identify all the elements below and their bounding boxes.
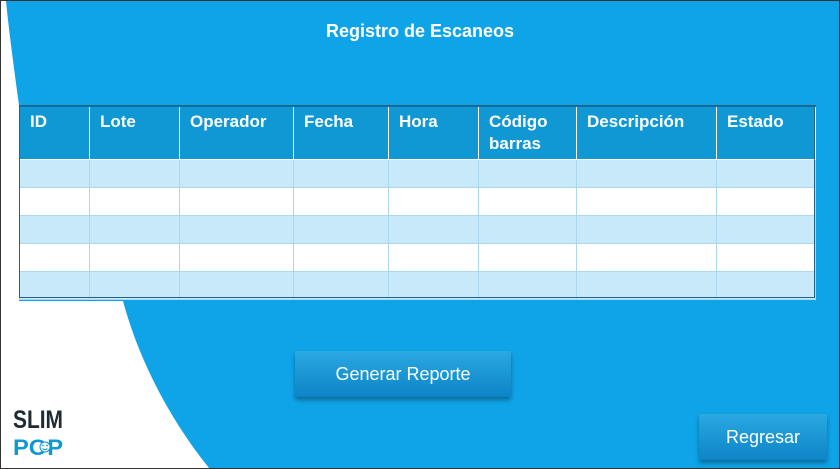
table-cell [89, 159, 180, 188]
scan-table: ID Lote Operador Fecha Hora Código barra… [19, 105, 816, 300]
table-cell [19, 243, 90, 272]
table-cell [576, 271, 717, 300]
table-cell [716, 215, 816, 244]
table-cell [179, 271, 294, 300]
table-row [19, 215, 816, 244]
table-cell [388, 243, 479, 272]
table-cell [388, 215, 479, 244]
table-row [19, 271, 816, 300]
table-cell [89, 243, 180, 272]
table-cell [576, 187, 717, 216]
svg-text:POP: POP [13, 435, 63, 460]
table-cell [179, 215, 294, 244]
table-cell [576, 159, 717, 188]
table-cell [179, 159, 294, 188]
table-cell [293, 243, 389, 272]
column-header-codigo-barras: Código barras [478, 105, 577, 160]
table-cell [576, 243, 717, 272]
column-header-fecha: Fecha [293, 105, 389, 160]
table-cell [19, 187, 90, 216]
table-cell [19, 215, 90, 244]
table-cell [478, 159, 577, 188]
table-cell [716, 271, 816, 300]
table-cell [19, 271, 90, 300]
table-cell [716, 187, 816, 216]
column-header-id: ID [19, 105, 90, 160]
generate-report-button[interactable]: Generar Reporte [295, 351, 511, 397]
table-cell [478, 243, 577, 272]
table-cell [388, 271, 479, 300]
table-cell [478, 271, 577, 300]
table-row [19, 243, 816, 272]
slimpop-logo: SLIM POP [13, 406, 63, 460]
table-cell [388, 159, 479, 188]
table-cell [293, 271, 389, 300]
column-header-descripcion: Descripción [576, 105, 717, 160]
table-header-row: ID Lote Operador Fecha Hora Código barra… [19, 105, 816, 160]
table-cell [89, 271, 180, 300]
table-cell [179, 243, 294, 272]
table-row [19, 159, 816, 188]
column-header-operador: Operador [179, 105, 294, 160]
table-cell [388, 187, 479, 216]
table-cell [19, 159, 90, 188]
table-cell [576, 215, 717, 244]
svg-text:SLIM: SLIM [13, 406, 63, 434]
table-cell [293, 187, 389, 216]
scan-log-screen: Registro de Escaneos ID Lote Operador Fe… [0, 0, 840, 469]
table-cell [89, 215, 180, 244]
table-cell [89, 187, 180, 216]
back-button[interactable]: Regresar [699, 414, 827, 460]
table-cell [716, 159, 816, 188]
table-cell [179, 187, 294, 216]
column-header-hora: Hora [388, 105, 479, 160]
table-cell [293, 159, 389, 188]
table-cell [716, 243, 816, 272]
column-header-estado: Estado [716, 105, 816, 160]
table-cell [478, 187, 577, 216]
table-row [19, 187, 816, 216]
table-cell [293, 215, 389, 244]
column-header-lote: Lote [89, 105, 180, 160]
page-title: Registro de Escaneos [325, 21, 515, 41]
table-cell [478, 215, 577, 244]
